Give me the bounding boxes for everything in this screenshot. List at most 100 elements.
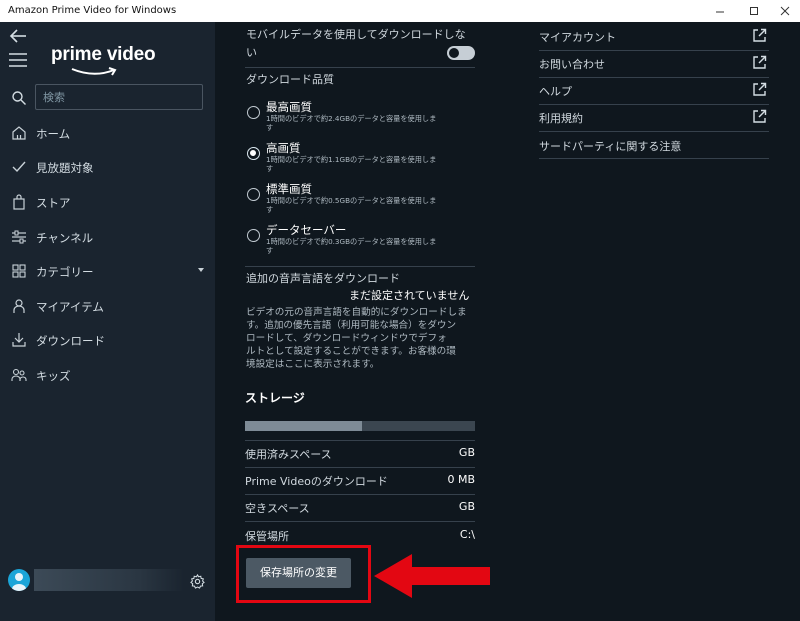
storage-row-label: 使用済みスペース: [245, 448, 332, 461]
quality-radio-data-saver[interactable]: [247, 229, 260, 242]
storage-row-label: Prime Videoのダウンロード: [245, 475, 388, 488]
sidebar: prime video ホーム 見放題対象 ストア チャンネル カテゴリー マイ…: [0, 22, 215, 621]
divider: [245, 67, 475, 68]
sidebar-item-label: ストア: [36, 196, 71, 210]
sidebar-item-kids[interactable]: キッズ: [0, 361, 215, 389]
hamburger-menu-icon[interactable]: [8, 52, 28, 68]
download-quality-title: ダウンロード品質: [246, 73, 334, 86]
prime-video-logo: prime video: [51, 44, 156, 65]
quality-option-desc-cont: す: [266, 164, 274, 173]
quality-radio-standard[interactable]: [247, 188, 260, 201]
logo-smile-icon: [71, 67, 117, 76]
toggle-knob: [449, 48, 459, 58]
quality-option-desc-cont: す: [266, 246, 274, 255]
external-link-icon: [753, 55, 767, 69]
link-help[interactable]: ヘルプ: [539, 77, 769, 104]
audio-language-desc-2: す。追加の優先言語（利用可能な場合）をダウン: [246, 320, 457, 331]
quality-option-desc-cont: す: [266, 205, 274, 214]
external-link-icon: [753, 109, 767, 123]
divider: [245, 494, 475, 495]
download-icon: [12, 333, 26, 347]
storage-row-value: C:\: [459, 528, 475, 541]
audio-language-desc-3: ロードして、ダウンロードウィンドウでデフォ: [246, 333, 447, 344]
grid-icon: [12, 264, 26, 278]
link-label: マイアカウント: [539, 31, 616, 44]
profile-name-redacted[interactable]: [34, 569, 184, 591]
search-icon: [12, 91, 26, 105]
sidebar-item-label: カテゴリー: [36, 265, 94, 279]
divider: [245, 266, 475, 267]
audio-language-desc-4: ルトとして設定することができます。お客様の環: [246, 346, 456, 357]
sidebar-item-label: ダウンロード: [36, 334, 105, 348]
window-title: Amazon Prime Video for Windows: [8, 5, 177, 16]
sidebar-item-home[interactable]: ホーム: [0, 119, 215, 147]
shopping-bag-icon: [13, 194, 25, 210]
storage-row-value: GB: [458, 446, 475, 459]
link-label: 利用規約: [539, 112, 583, 125]
minimize-button[interactable]: [712, 3, 728, 19]
back-arrow-icon[interactable]: [8, 26, 28, 46]
mobile-data-label: モバイルデータを使用してダウンロードしな: [246, 28, 466, 41]
quality-option-title[interactable]: データセーバー: [266, 222, 346, 238]
quality-option-title[interactable]: 標準画質: [266, 181, 312, 197]
audio-language-value[interactable]: まだ設定されていません: [349, 289, 469, 303]
sidebar-item-label: 見放題対象: [36, 161, 94, 175]
audio-language-desc-5: 境設定はここに表示されます。: [246, 359, 380, 370]
sidebar-item-label: ホーム: [36, 127, 71, 141]
maximize-button[interactable]: [746, 3, 762, 19]
home-icon: [12, 126, 26, 140]
divider: [539, 158, 769, 159]
storage-usage-fill: [245, 421, 363, 431]
sidebar-item-channels[interactable]: チャンネル: [0, 223, 215, 251]
search-field[interactable]: [35, 84, 203, 110]
storage-row-label: 保管場所: [245, 530, 289, 543]
close-button[interactable]: [777, 3, 793, 19]
link-label: お問い合わせ: [539, 58, 605, 71]
sidebar-item-my-items[interactable]: マイアイテム: [0, 292, 215, 320]
minimize-icon: [716, 11, 724, 13]
quality-option-title[interactable]: 高画質: [266, 140, 301, 156]
mobile-data-label-cont: い: [246, 46, 257, 59]
divider: [245, 521, 475, 522]
storage-row-value: GB: [458, 500, 475, 513]
audio-language-title[interactable]: 追加の音声言語をダウンロード: [246, 272, 400, 286]
quality-option-desc: 1時間のビデオで約0.3GBのデータと容量を使用しま: [266, 237, 437, 246]
close-icon: [780, 6, 790, 16]
quality-option-title[interactable]: 最高画質: [266, 99, 312, 115]
link-contact-us[interactable]: お問い合わせ: [539, 50, 769, 77]
quality-option-desc-cont: す: [266, 123, 274, 132]
external-link-icon: [753, 28, 767, 42]
avatar[interactable]: [8, 569, 30, 591]
quality-radio-high[interactable]: [247, 147, 260, 160]
sidebar-item-categories[interactable]: カテゴリー: [0, 257, 215, 285]
gear-icon[interactable]: [190, 574, 205, 589]
sidebar-item-label: キッズ: [36, 369, 71, 383]
link-third-party-notices[interactable]: サードパーティに関する注意: [539, 132, 769, 159]
caret-down-icon[interactable]: [197, 266, 205, 274]
check-icon: [12, 161, 26, 173]
person-icon: [13, 299, 25, 313]
sidebar-item-included[interactable]: 見放題対象: [0, 153, 215, 181]
divider: [245, 440, 475, 441]
link-terms-of-use[interactable]: 利用規約: [539, 104, 769, 131]
window-title-bar: Amazon Prime Video for Windows: [0, 0, 800, 22]
storage-usage-bar: [245, 421, 475, 431]
quality-option-desc: 1時間のビデオで約1.1GBのデータと容量を使用しま: [266, 155, 437, 164]
quality-radio-best[interactable]: [247, 106, 260, 119]
link-my-account[interactable]: マイアカウント: [539, 23, 769, 50]
link-label: ヘルプ: [539, 85, 572, 98]
sidebar-item-label: マイアイテム: [36, 300, 104, 314]
sidebar-item-label: チャンネル: [36, 231, 94, 245]
divider: [245, 467, 475, 468]
search-input[interactable]: [36, 85, 202, 109]
sidebar-item-store[interactable]: ストア: [0, 188, 215, 216]
quality-option-desc: 1時間のビデオで約0.5GBのデータと容量を使用しま: [266, 196, 437, 205]
kids-icon: [11, 368, 27, 381]
mobile-data-toggle[interactable]: [447, 46, 475, 60]
storage-row-value: 0 MB: [447, 473, 475, 486]
external-link-icon: [753, 82, 767, 96]
annotation-highlight-box: [236, 545, 371, 603]
sidebar-item-downloads[interactable]: ダウンロード: [0, 326, 215, 354]
storage-title: ストレージ: [245, 391, 305, 405]
maximize-icon: [750, 7, 758, 15]
